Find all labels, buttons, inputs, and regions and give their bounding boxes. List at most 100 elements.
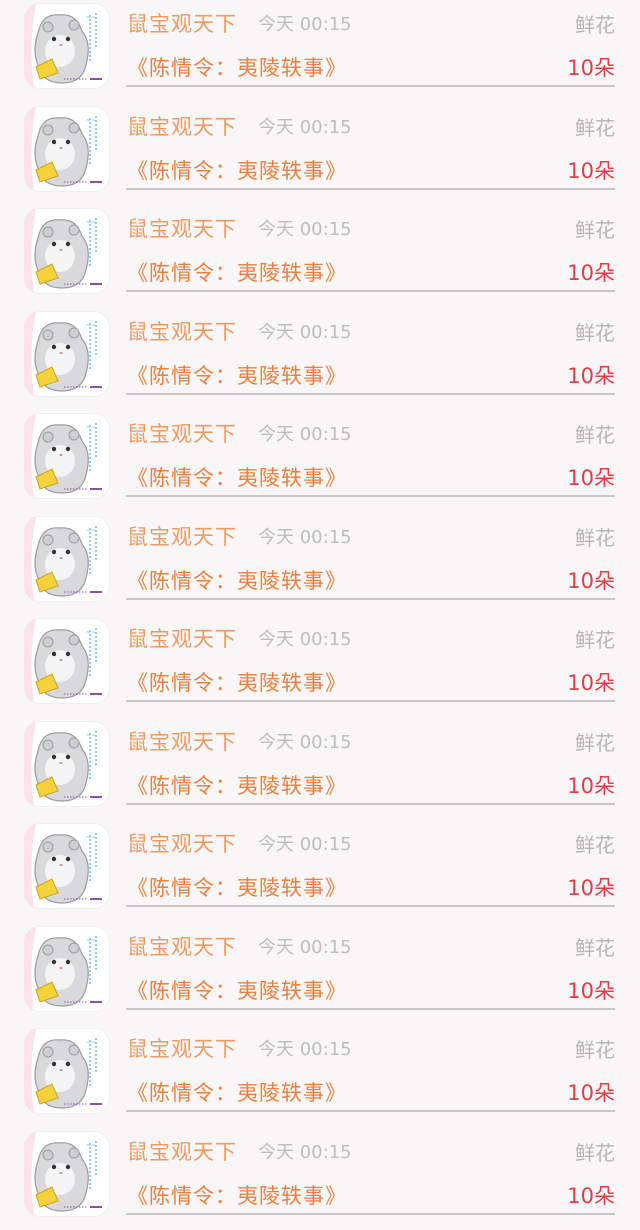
book-title[interactable]: 《陈情令：夷陵轶事》: [127, 975, 347, 1005]
hamster-avatar-icon: ~~: [24, 721, 110, 807]
list-item[interactable]: ~~ 鼠宝观天下 今天 00:15 鲜花 《陈情令：夷陵轶事》 10朵: [0, 718, 640, 821]
gift-type: 鲜花: [575, 932, 615, 961]
divider: [126, 598, 615, 600]
hamster-avatar-icon: ~~: [24, 3, 110, 89]
svg-text:~~: ~~: [86, 117, 96, 124]
divider: [126, 290, 615, 292]
avatar[interactable]: ~~: [24, 1131, 110, 1217]
divider: [126, 85, 615, 87]
timestamp: 今天 00:15: [258, 625, 352, 651]
timestamp: 今天 00:15: [258, 420, 352, 446]
avatar[interactable]: ~~: [24, 823, 110, 909]
timestamp: 今天 00:15: [258, 523, 352, 549]
gift-record-list: ~~ 鼠宝观天下 今天 00:15 鲜花 《陈情令：夷陵轶事》 10朵: [0, 0, 640, 1214]
gift-type: 鲜花: [575, 419, 615, 448]
sender-name: 鼠宝观天下: [127, 1033, 237, 1063]
hamster-avatar-icon: ~~: [24, 1131, 110, 1217]
list-item[interactable]: ~~ 鼠宝观天下 今天 00:15 鲜花 《陈情令：夷陵轶事》 10朵: [0, 205, 640, 308]
book-title[interactable]: 《陈情令：夷陵轶事》: [127, 360, 347, 390]
divider: [126, 188, 615, 190]
avatar[interactable]: ~~: [24, 208, 110, 294]
gift-amount: 10朵: [567, 1077, 615, 1107]
timestamp: 今天 00:15: [258, 215, 352, 241]
gift-amount: 10朵: [567, 1180, 615, 1210]
book-title[interactable]: 《陈情令：夷陵轶事》: [127, 462, 347, 492]
list-item[interactable]: ~~ 鼠宝观天下 今天 00:15 鲜花 《陈情令：夷陵轶事》 10朵: [0, 615, 640, 718]
timestamp: 今天 00:15: [258, 10, 352, 36]
timestamp: 今天 00:15: [258, 933, 352, 959]
divider: [126, 393, 615, 395]
gift-type: 鲜花: [575, 1034, 615, 1063]
avatar[interactable]: ~~: [24, 311, 110, 397]
avatar[interactable]: ~~: [24, 721, 110, 807]
divider: [126, 1008, 615, 1010]
gift-type: 鲜花: [575, 522, 615, 551]
book-title[interactable]: 《陈情令：夷陵轶事》: [127, 52, 347, 82]
sender-name: 鼠宝观天下: [127, 521, 237, 551]
gift-amount: 10朵: [567, 155, 615, 185]
book-title[interactable]: 《陈情令：夷陵轶事》: [127, 667, 347, 697]
avatar[interactable]: ~~: [24, 516, 110, 602]
svg-text:~~: ~~: [86, 937, 96, 944]
book-title[interactable]: 《陈情令：夷陵轶事》: [127, 1077, 347, 1107]
gift-type: 鲜花: [575, 9, 615, 38]
list-item[interactable]: ~~ 鼠宝观天下 今天 00:15 鲜花 《陈情令：夷陵轶事》 10朵: [0, 410, 640, 513]
gift-type: 鲜花: [575, 112, 615, 141]
book-title[interactable]: 《陈情令：夷陵轶事》: [127, 257, 347, 287]
sender-name: 鼠宝观天下: [127, 726, 237, 756]
list-item[interactable]: ~~ 鼠宝观天下 今天 00:15 鲜花 《陈情令：夷陵轶事》 10朵: [0, 820, 640, 923]
book-title[interactable]: 《陈情令：夷陵轶事》: [127, 770, 347, 800]
avatar[interactable]: ~~: [24, 1028, 110, 1114]
gift-amount: 10朵: [567, 462, 615, 492]
list-item[interactable]: ~~ 鼠宝观天下 今天 00:15 鲜花 《陈情令：夷陵轶事》 10朵: [0, 513, 640, 616]
timestamp: 今天 00:15: [258, 728, 352, 754]
list-item[interactable]: ~~ 鼠宝观天下 今天 00:15 鲜花 《陈情令：夷陵轶事》 10朵: [0, 0, 640, 103]
list-item[interactable]: ~~ 鼠宝观天下 今天 00:15 鲜花 《陈情令：夷陵轶事》 10朵: [0, 1128, 640, 1230]
gift-amount: 10朵: [567, 872, 615, 902]
gift-type: 鲜花: [575, 727, 615, 756]
list-item[interactable]: ~~ 鼠宝观天下 今天 00:15 鲜花 《陈情令：夷陵轶事》 10朵: [0, 103, 640, 206]
sender-name: 鼠宝观天下: [127, 213, 237, 243]
timestamp: 今天 00:15: [258, 113, 352, 139]
book-title[interactable]: 《陈情令：夷陵轶事》: [127, 872, 347, 902]
timestamp: 今天 00:15: [258, 830, 352, 856]
sender-name: 鼠宝观天下: [127, 1136, 237, 1166]
hamster-avatar-icon: ~~: [24, 311, 110, 397]
timestamp: 今天 00:15: [258, 318, 352, 344]
hamster-avatar-icon: ~~: [24, 618, 110, 704]
gift-amount: 10朵: [567, 565, 615, 595]
svg-text:~~: ~~: [86, 834, 96, 841]
hamster-avatar-icon: ~~: [24, 823, 110, 909]
book-title[interactable]: 《陈情令：夷陵轶事》: [127, 1180, 347, 1210]
gift-amount: 10朵: [567, 667, 615, 697]
gift-amount: 10朵: [567, 770, 615, 800]
svg-text:~~: ~~: [86, 1039, 96, 1046]
avatar[interactable]: ~~: [24, 413, 110, 499]
sender-name: 鼠宝观天下: [127, 828, 237, 858]
hamster-avatar-icon: ~~: [24, 516, 110, 602]
gift-type: 鲜花: [575, 624, 615, 653]
avatar[interactable]: ~~: [24, 3, 110, 89]
book-title[interactable]: 《陈情令：夷陵轶事》: [127, 565, 347, 595]
book-title[interactable]: 《陈情令：夷陵轶事》: [127, 155, 347, 185]
sender-name: 鼠宝观天下: [127, 418, 237, 448]
sender-name: 鼠宝观天下: [127, 623, 237, 653]
divider: [126, 803, 615, 805]
list-item[interactable]: ~~ 鼠宝观天下 今天 00:15 鲜花 《陈情令：夷陵轶事》 10朵: [0, 923, 640, 1026]
divider: [126, 1110, 615, 1112]
sender-name: 鼠宝观天下: [127, 316, 237, 346]
timestamp: 今天 00:15: [258, 1138, 352, 1164]
divider: [126, 905, 615, 907]
svg-text:~~: ~~: [86, 14, 96, 21]
divider: [126, 700, 615, 702]
gift-amount: 10朵: [567, 975, 615, 1005]
svg-text:~~: ~~: [86, 527, 96, 534]
avatar[interactable]: ~~: [24, 926, 110, 1012]
avatar[interactable]: ~~: [24, 106, 110, 192]
avatar[interactable]: ~~: [24, 618, 110, 704]
sender-name: 鼠宝观天下: [127, 931, 237, 961]
list-item[interactable]: ~~ 鼠宝观天下 今天 00:15 鲜花 《陈情令：夷陵轶事》 10朵: [0, 308, 640, 411]
gift-amount: 10朵: [567, 257, 615, 287]
list-item[interactable]: ~~ 鼠宝观天下 今天 00:15 鲜花 《陈情令：夷陵轶事》 10朵: [0, 1025, 640, 1128]
svg-text:~~: ~~: [86, 629, 96, 636]
